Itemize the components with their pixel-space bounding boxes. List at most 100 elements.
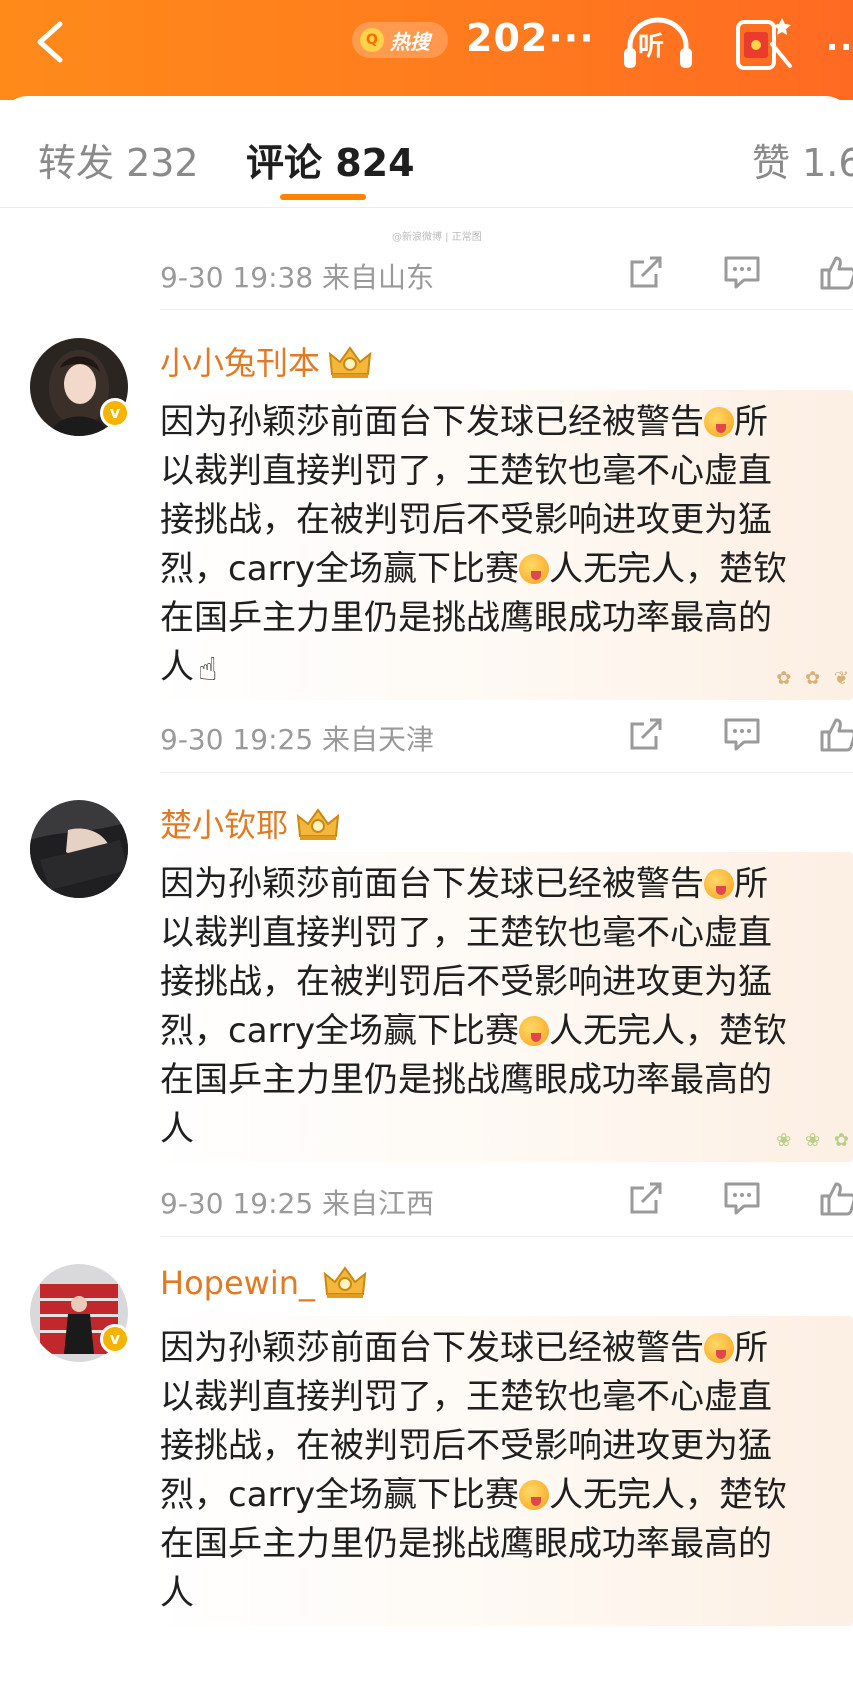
comment-location: 来自天津 <box>322 723 435 756</box>
flower-decoration-icon: ✿ ✿ ❦ <box>776 668 853 689</box>
text-line: 以裁判直接判罚了，王楚钦也毫不心虚直 <box>160 451 772 491</box>
share-button[interactable] <box>626 714 666 754</box>
comment-meta: 9-30 19:25 来自天津 <box>160 718 434 758</box>
flower-decoration-icon: ❀ ❀ ✿ <box>776 1130 853 1151</box>
verified-badge-icon: v <box>100 398 130 428</box>
active-tab-indicator <box>280 194 366 200</box>
share-button[interactable] <box>626 252 666 292</box>
avatar-image <box>30 800 128 898</box>
text-line: 因为孙颖莎前面台下发球已经被警告 <box>160 402 704 442</box>
username[interactable]: Hopewin_ <box>160 1264 367 1302</box>
chevron-left-icon <box>37 21 63 63</box>
back-button[interactable] <box>30 18 74 66</box>
red-packet-icon <box>736 18 792 70</box>
reply-button[interactable] <box>722 1178 762 1218</box>
text-line: 人无完人，楚钦 <box>549 1011 788 1051</box>
drooling-emoji-icon <box>704 869 734 899</box>
comment-text[interactable]: 因为孙颖莎前面台下发球已经被警告所 以裁判直接判罚了，王楚钦也毫不心虚直 接挑战… <box>160 1324 853 1618</box>
comment-icon <box>724 256 760 289</box>
text-line: 所 <box>734 864 768 904</box>
like-button[interactable] <box>818 714 853 754</box>
share-button[interactable] <box>626 1178 666 1218</box>
share-icon <box>630 256 662 288</box>
comment-meta-row: 9-30 19:38 来自山东 <box>160 248 853 298</box>
hot-search-label: 热搜 <box>390 29 430 54</box>
thumbs-up-icon <box>820 256 853 290</box>
comment-icon <box>724 1182 760 1215</box>
text-line: 人 <box>160 1573 194 1613</box>
hot-search-badge[interactable]: Q 热搜 <box>352 22 448 58</box>
drooling-emoji-icon <box>519 1016 550 1046</box>
top-bar: Q 热搜 202··· 听 ·· <box>0 0 853 100</box>
comment-meta-row: 9-30 19:25 来自天津 <box>160 710 853 760</box>
comment-time: 9-30 19:25 <box>160 723 314 756</box>
text-line: 烈，carry全场赢下比赛 <box>160 549 520 589</box>
crown-icon <box>323 1266 367 1298</box>
drooling-emoji-icon <box>704 407 734 437</box>
crown-icon <box>328 346 372 378</box>
comment-text[interactable]: 因为孙颖莎前面台下发球已经被警告所 以裁判直接判罚了，王楚钦也毫不心虚直 接挑战… <box>160 398 853 694</box>
listen-label: 听 <box>638 32 665 62</box>
search-icon: Q <box>360 28 384 52</box>
share-icon <box>630 718 662 750</box>
drooling-emoji-icon <box>519 554 550 584</box>
username-text: 楚小钦耶 <box>160 806 289 844</box>
username[interactable]: 楚小钦耶 <box>160 800 340 846</box>
tab-comments[interactable]: 评论 824 <box>246 132 415 187</box>
avatar[interactable]: v <box>30 1264 130 1362</box>
comment-location: 来自山东 <box>322 261 435 294</box>
divider <box>160 772 853 773</box>
text-line: 以裁判直接判罚了，王楚钦也毫不心虚直 <box>160 1377 772 1417</box>
text-line: 在国乒主力里仍是挑战鹰眼成功率最高的 <box>160 598 772 638</box>
text-line: 烈，carry全场赢下比赛 <box>160 1475 520 1515</box>
text-line: 在国乒主力里仍是挑战鹰眼成功率最高的 <box>160 1524 772 1564</box>
username-text: 小小兔刊本 <box>160 344 321 382</box>
watermark: @新浪微博 | 正常图 <box>392 232 482 243</box>
listen-button[interactable]: 听 <box>622 14 694 74</box>
comment-meta: 9-30 19:25 来自江西 <box>160 1182 434 1222</box>
text-line: 人 <box>160 1109 194 1149</box>
tab-likes[interactable]: 赞 1.6 <box>752 132 853 187</box>
comment-meta-row: 9-30 19:25 来自江西 <box>160 1174 853 1224</box>
like-button[interactable] <box>818 1178 853 1218</box>
comment-text[interactable]: 因为孙颖莎前面台下发球已经被警告所 以裁判直接判罚了，王楚钦也毫不心虚直 接挑战… <box>160 860 853 1154</box>
tab-bar: 转发 232 评论 824 赞 1.6 <box>0 96 853 208</box>
avatar[interactable] <box>30 800 128 898</box>
text-line: 人无完人，楚钦 <box>549 1475 788 1515</box>
topic-title[interactable]: 202··· <box>466 16 595 60</box>
thumbs-up-icon <box>820 718 853 752</box>
text-line: 接挑战，在被判罚后不受影响进攻更为猛 <box>160 1426 772 1466</box>
text-line: 接挑战，在被判罚后不受影响进攻更为猛 <box>160 500 772 540</box>
avatar[interactable]: v <box>30 338 130 436</box>
divider <box>160 309 853 310</box>
text-line: 因为孙颖莎前面台下发球已经被警告 <box>160 1328 704 1368</box>
comment-time: 9-30 19:25 <box>160 1187 314 1220</box>
share-icon <box>630 1182 662 1214</box>
text-line: 烈，carry全场赢下比赛 <box>160 1011 520 1051</box>
comment-meta: 9-30 19:38 来自山东 <box>160 256 434 296</box>
text-line: 在国乒主力里仍是挑战鹰眼成功率最高的 <box>160 1060 772 1100</box>
text-line: 接挑战，在被判罚后不受影响进攻更为猛 <box>160 962 772 1002</box>
drooling-emoji-icon <box>704 1333 734 1363</box>
reply-button[interactable] <box>722 252 762 292</box>
verified-badge-icon: v <box>100 1324 130 1354</box>
text-line: 人无完人，楚钦 <box>549 549 788 589</box>
username[interactable]: 小小兔刊本 <box>160 338 372 384</box>
divider <box>160 1236 853 1237</box>
comment-time: 9-30 19:38 <box>160 261 314 294</box>
text-line: 所 <box>734 1328 768 1368</box>
text-line: 所 <box>734 402 768 442</box>
tab-reposts[interactable]: 转发 232 <box>38 132 199 187</box>
text-line: 因为孙颖莎前面台下发球已经被警告 <box>160 864 704 904</box>
drooling-emoji-icon <box>519 1480 550 1510</box>
comment-icon <box>724 718 760 751</box>
crown-icon <box>296 808 340 840</box>
more-button[interactable]: ·· <box>826 28 853 66</box>
pointing-up-hand-icon: ☝ <box>198 650 218 688</box>
username-text: Hopewin_ <box>160 1264 315 1302</box>
reply-button[interactable] <box>722 714 762 754</box>
like-button[interactable] <box>818 252 853 292</box>
red-packet-button[interactable] <box>732 14 796 74</box>
text-line: 以裁判直接判罚了，王楚钦也毫不心虚直 <box>160 913 772 953</box>
comment-location: 来自江西 <box>322 1187 435 1220</box>
